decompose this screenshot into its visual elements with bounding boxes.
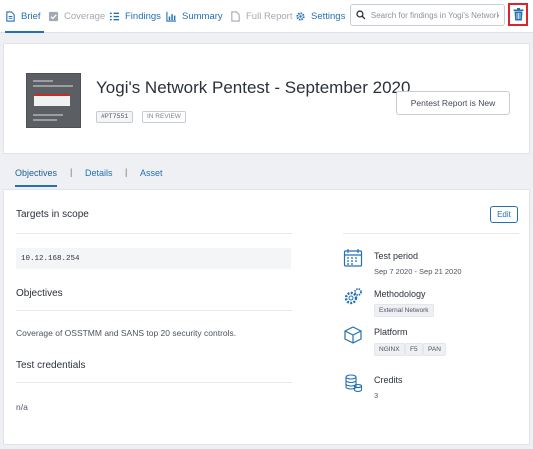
checkbox-icon xyxy=(48,11,59,22)
targets-heading: Targets in scope xyxy=(16,209,89,220)
platform-label: Platform xyxy=(374,327,408,337)
delete-button[interactable] xyxy=(508,3,528,26)
report-thumbnail xyxy=(26,73,81,128)
page-title: Yogi's Network Pentest - September 2020 xyxy=(96,78,411,97)
platform-chip: F5 xyxy=(405,343,423,356)
top-nav: Brief Coverage Findings Summary Full Rep… xyxy=(0,0,533,33)
credits-value: 3 xyxy=(374,391,379,400)
objectives-card: Targets in scope Edit 10.12.168.254 Obje… xyxy=(3,189,530,445)
status-badge: IN REVIEW xyxy=(142,111,186,123)
report-icon xyxy=(231,11,240,22)
test-period-value: Sep 7 2020 - Sep 21 2020 xyxy=(374,267,462,276)
tab-asset[interactable]: Asset xyxy=(140,159,163,187)
credentials-text: n/a xyxy=(16,402,28,412)
trash-icon xyxy=(513,8,523,21)
credits-label: Credits xyxy=(374,375,403,385)
nav-summary[interactable]: Summary xyxy=(166,0,223,33)
methodology-chip: External Network xyxy=(374,304,434,317)
calendar-icon xyxy=(343,249,363,267)
nav-full-report-label: Full Report xyxy=(246,11,293,22)
edit-button[interactable]: Edit xyxy=(490,206,518,223)
nav-coverage[interactable]: Coverage xyxy=(48,0,105,33)
platform-chip: NGINX xyxy=(374,343,405,356)
pentest-report-button[interactable]: Pentest Report is New xyxy=(396,91,510,115)
divider xyxy=(343,233,519,234)
search-icon xyxy=(356,10,366,20)
bar-chart-icon xyxy=(166,11,177,22)
list-icon xyxy=(109,12,120,21)
gears-icon xyxy=(344,288,362,305)
credentials-heading: Test credentials xyxy=(16,360,86,371)
platform-chip: PAN xyxy=(423,343,446,356)
test-period-label: Test period xyxy=(374,251,419,261)
tab-separator: | xyxy=(125,167,128,177)
tab-details[interactable]: Details xyxy=(85,159,113,187)
cube-icon xyxy=(344,326,362,344)
nav-settings[interactable]: Settings xyxy=(295,0,345,33)
pentest-id-badge: #PT7551 xyxy=(96,111,134,123)
nav-brief-label: Brief xyxy=(21,11,41,22)
nav-findings[interactable]: Findings xyxy=(109,0,161,33)
document-icon xyxy=(6,11,15,22)
target-ip: 10.12.168.254 xyxy=(16,248,291,269)
objectives-text: Coverage of OSSTMM and SANS top 20 secur… xyxy=(16,328,237,338)
search-input[interactable] xyxy=(370,10,499,20)
divider xyxy=(16,382,292,383)
nav-coverage-label: Coverage xyxy=(64,11,106,22)
nav-brief[interactable]: Brief xyxy=(5,0,44,33)
objectives-heading: Objectives xyxy=(16,288,63,299)
coins-icon xyxy=(345,374,363,393)
tab-separator: | xyxy=(70,167,73,177)
pentest-header-card: Yogi's Network Pentest - September 2020 … xyxy=(3,43,530,154)
divider xyxy=(16,310,292,311)
tab-bar: Objectives | Details | Asset xyxy=(3,159,530,187)
nav-full-report[interactable]: Full Report xyxy=(230,0,292,33)
nav-settings-label: Settings xyxy=(311,11,346,22)
search-box xyxy=(350,4,505,26)
gear-icon xyxy=(296,12,305,21)
divider xyxy=(16,233,292,234)
methodology-label: Methodology xyxy=(374,289,426,299)
tab-objectives[interactable]: Objectives xyxy=(15,159,58,187)
nav-findings-label: Findings xyxy=(125,11,161,22)
nav-summary-label: Summary xyxy=(182,11,223,22)
